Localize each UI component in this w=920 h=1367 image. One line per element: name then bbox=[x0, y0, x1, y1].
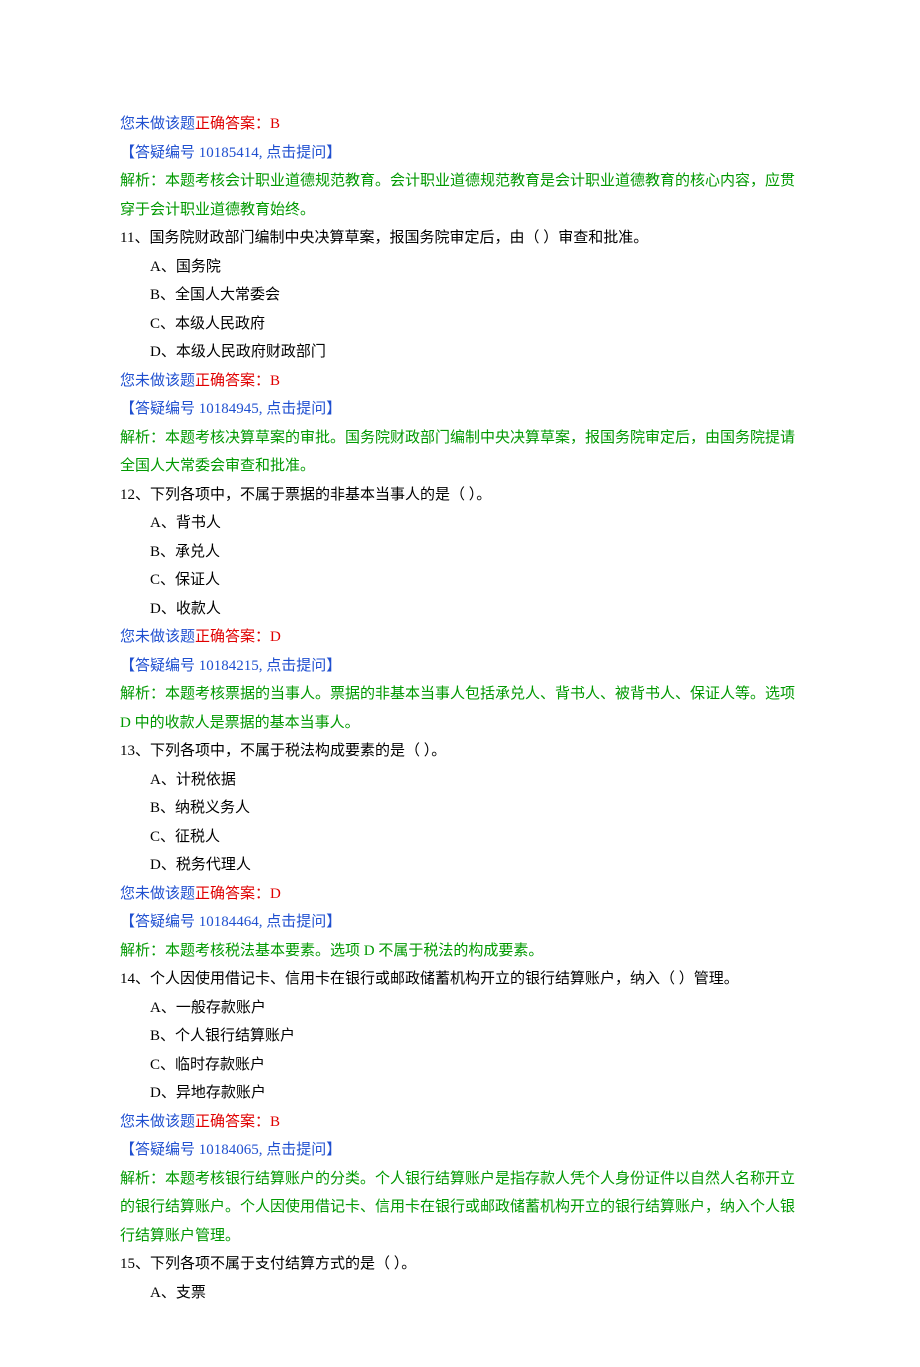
analysis: 解析：本题考核决算草案的审批。国务院财政部门编制中央决算草案，报国务院审定后，由… bbox=[120, 424, 800, 481]
option-c[interactable]: C、保证人 bbox=[120, 566, 800, 595]
not-answered-label: 您未做该题 bbox=[120, 373, 195, 389]
qa-link[interactable]: 【答疑编号 10185414, 点击提问】 bbox=[120, 139, 800, 168]
option-d[interactable]: D、收款人 bbox=[120, 595, 800, 624]
question-stem: 15、下列各项不属于支付结算方式的是（ ）。 bbox=[120, 1250, 800, 1279]
status-line: 您未做该题正确答案：B bbox=[120, 367, 800, 396]
not-answered-label: 您未做该题 bbox=[120, 629, 195, 645]
option-b[interactable]: B、纳税义务人 bbox=[120, 794, 800, 823]
question-block-13: 13、下列各项中，不属于税法构成要素的是（ ）。 A、计税依据 B、纳税义务人 … bbox=[120, 737, 800, 965]
analysis: 解析：本题考核银行结算账户的分类。个人银行结算账户是指存款人凭个人身份证件以自然… bbox=[120, 1165, 800, 1251]
option-c[interactable]: C、本级人民政府 bbox=[120, 310, 800, 339]
option-b[interactable]: B、个人银行结算账户 bbox=[120, 1022, 800, 1051]
option-a[interactable]: A、背书人 bbox=[120, 509, 800, 538]
option-c[interactable]: C、征税人 bbox=[120, 823, 800, 852]
correct-answer: 正确答案：B bbox=[195, 1114, 280, 1130]
qa-link[interactable]: 【答疑编号 10184215, 点击提问】 bbox=[120, 652, 800, 681]
analysis: 解析：本题考核税法基本要素。选项 D 不属于税法的构成要素。 bbox=[120, 937, 800, 966]
option-b[interactable]: B、承兑人 bbox=[120, 538, 800, 567]
option-d[interactable]: D、本级人民政府财政部门 bbox=[120, 338, 800, 367]
option-d[interactable]: D、税务代理人 bbox=[120, 851, 800, 880]
status-line: 您未做该题正确答案：D bbox=[120, 880, 800, 909]
option-a[interactable]: A、国务院 bbox=[120, 253, 800, 282]
correct-answer: 正确答案：D bbox=[195, 886, 281, 902]
qa-link[interactable]: 【答疑编号 10184945, 点击提问】 bbox=[120, 395, 800, 424]
option-a[interactable]: A、支票 bbox=[120, 1279, 800, 1308]
correct-answer: 正确答案：B bbox=[195, 373, 280, 389]
option-b[interactable]: B、全国人大常委会 bbox=[120, 281, 800, 310]
analysis: 解析：本题考核票据的当事人。票据的非基本当事人包括承兑人、背书人、被背书人、保证… bbox=[120, 680, 800, 737]
question-stem: 14、个人因使用借记卡、信用卡在银行或邮政储蓄机构开立的银行结算账户，纳入（ ）… bbox=[120, 965, 800, 994]
status-line: 您未做该题正确答案：B bbox=[120, 1108, 800, 1137]
option-c[interactable]: C、临时存款账户 bbox=[120, 1051, 800, 1080]
option-a[interactable]: A、计税依据 bbox=[120, 766, 800, 795]
correct-answer: 正确答案：B bbox=[195, 116, 280, 132]
question-block-12: 12、下列各项中，不属于票据的非基本当事人的是（ ）。 A、背书人 B、承兑人 … bbox=[120, 481, 800, 738]
option-a[interactable]: A、一般存款账户 bbox=[120, 994, 800, 1023]
qa-link[interactable]: 【答疑编号 10184464, 点击提问】 bbox=[120, 908, 800, 937]
not-answered-label: 您未做该题 bbox=[120, 886, 195, 902]
question-block-11: 11、国务院财政部门编制中央决算草案，报国务院审定后，由（ ）审查和批准。 A、… bbox=[120, 224, 800, 481]
question-block-15: 15、下列各项不属于支付结算方式的是（ ）。 A、支票 bbox=[120, 1250, 800, 1307]
qa-link[interactable]: 【答疑编号 10184065, 点击提问】 bbox=[120, 1136, 800, 1165]
not-answered-label: 您未做该题 bbox=[120, 116, 195, 132]
question-stem: 11、国务院财政部门编制中央决算草案，报国务院审定后，由（ ）审查和批准。 bbox=[120, 224, 800, 253]
analysis: 解析：本题考核会计职业道德规范教育。会计职业道德规范教育是会计职业道德教育的核心… bbox=[120, 167, 800, 224]
question-block-pre: 您未做该题正确答案：B 【答疑编号 10185414, 点击提问】 解析：本题考… bbox=[120, 110, 800, 224]
not-answered-label: 您未做该题 bbox=[120, 1114, 195, 1130]
status-line: 您未做该题正确答案：B bbox=[120, 110, 800, 139]
option-d[interactable]: D、异地存款账户 bbox=[120, 1079, 800, 1108]
question-stem: 12、下列各项中，不属于票据的非基本当事人的是（ ）。 bbox=[120, 481, 800, 510]
question-stem: 13、下列各项中，不属于税法构成要素的是（ ）。 bbox=[120, 737, 800, 766]
correct-answer: 正确答案：D bbox=[195, 629, 281, 645]
status-line: 您未做该题正确答案：D bbox=[120, 623, 800, 652]
question-block-14: 14、个人因使用借记卡、信用卡在银行或邮政储蓄机构开立的银行结算账户，纳入（ ）… bbox=[120, 965, 800, 1250]
